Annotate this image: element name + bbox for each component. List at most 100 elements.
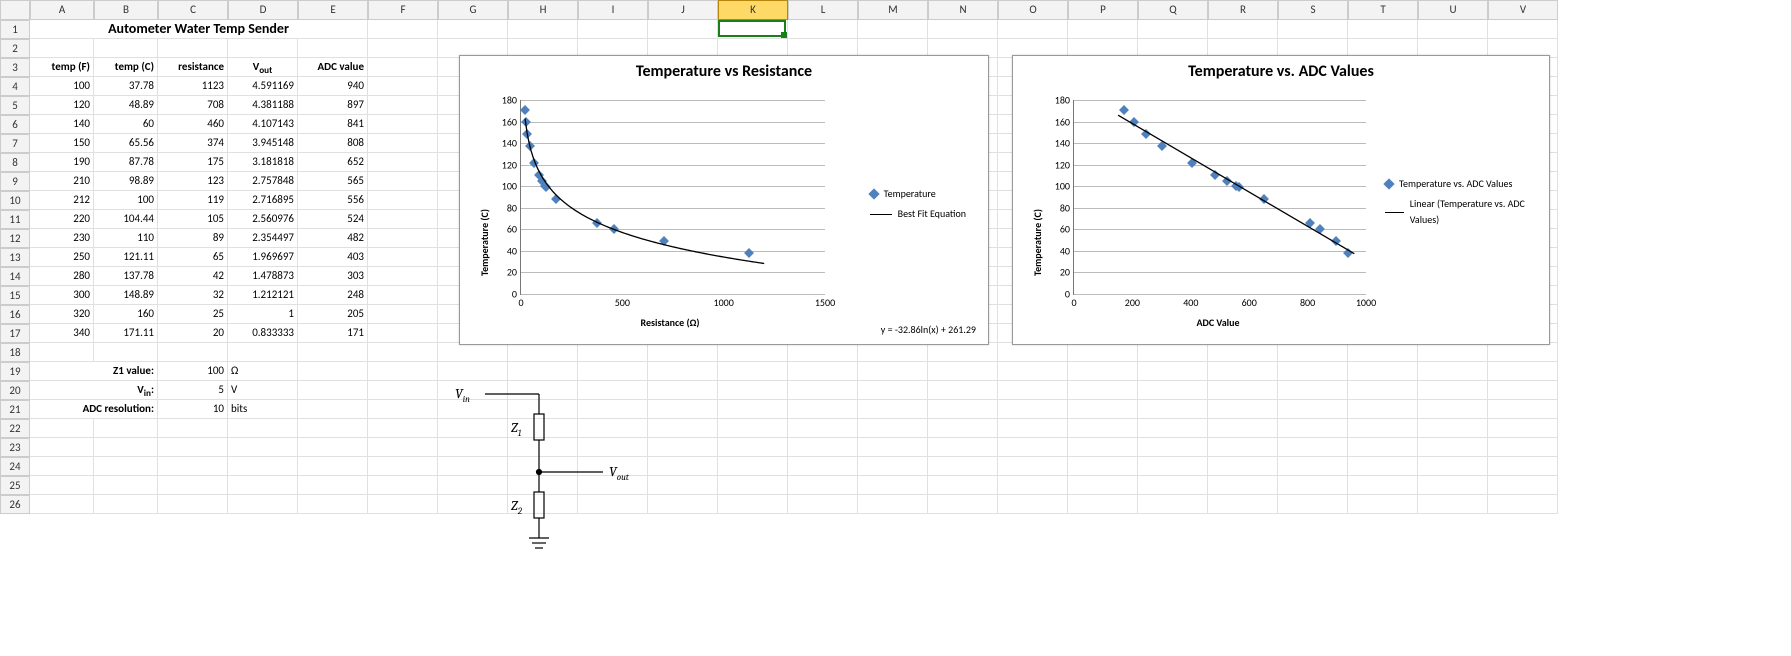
cell-F2[interactable]: [368, 39, 438, 58]
cell-B17[interactable]: 171.11: [94, 324, 158, 343]
cell-A10[interactable]: 212: [30, 191, 94, 210]
col-header-I[interactable]: I: [578, 0, 648, 20]
row-header-19[interactable]: 19: [0, 362, 30, 381]
cell-R22[interactable]: [1208, 419, 1278, 438]
cell-F24[interactable]: [368, 457, 438, 476]
row-header-18[interactable]: 18: [0, 343, 30, 362]
cell-B6[interactable]: 60: [94, 115, 158, 134]
cell-O25[interactable]: [998, 476, 1068, 495]
cell-C18[interactable]: [158, 343, 228, 362]
cell-G19[interactable]: [438, 362, 508, 381]
cell-I19[interactable]: [578, 362, 648, 381]
cell-M23[interactable]: [858, 438, 928, 457]
cell-T26[interactable]: [1348, 495, 1418, 514]
cell-D17[interactable]: 0.833333: [228, 324, 298, 343]
cell-A18[interactable]: [30, 343, 94, 362]
cell-S23[interactable]: [1278, 438, 1348, 457]
cell-T20[interactable]: [1348, 381, 1418, 400]
cell-D12[interactable]: 2.354497: [228, 229, 298, 248]
cell-S26[interactable]: [1278, 495, 1348, 514]
row-header-10[interactable]: 10: [0, 191, 30, 210]
cell-U20[interactable]: [1418, 381, 1488, 400]
cell-S24[interactable]: [1278, 457, 1348, 476]
cell-U23[interactable]: [1418, 438, 1488, 457]
cell-C23[interactable]: [158, 438, 228, 457]
cell-L18[interactable]: [788, 343, 858, 362]
cell-I1[interactable]: [578, 20, 648, 39]
cell-T25[interactable]: [1348, 476, 1418, 495]
cell-B10[interactable]: 100: [94, 191, 158, 210]
cell-O22[interactable]: [998, 419, 1068, 438]
cell-A11[interactable]: 220: [30, 210, 94, 229]
row-header-15[interactable]: 15: [0, 286, 30, 305]
cell-C20[interactable]: 5: [158, 381, 228, 400]
cell-I18[interactable]: [578, 343, 648, 362]
cell-E3[interactable]: ADC value: [298, 58, 368, 77]
cell-K1[interactable]: [718, 20, 788, 39]
cell-F25[interactable]: [368, 476, 438, 495]
cell-A9[interactable]: 210: [30, 172, 94, 191]
cell-B8[interactable]: 87.78: [94, 153, 158, 172]
cell-R23[interactable]: [1208, 438, 1278, 457]
cell-E13[interactable]: 403: [298, 248, 368, 267]
cell-P1[interactable]: [1068, 20, 1138, 39]
cell-V20[interactable]: [1488, 381, 1558, 400]
col-header-R[interactable]: R: [1208, 0, 1278, 20]
cell-U25[interactable]: [1418, 476, 1488, 495]
cell-T24[interactable]: [1348, 457, 1418, 476]
cell-K18[interactable]: [718, 343, 788, 362]
cell-A22[interactable]: [30, 419, 94, 438]
cell-C2[interactable]: [158, 39, 228, 58]
cell-F19[interactable]: [368, 362, 438, 381]
cell-U26[interactable]: [1418, 495, 1488, 514]
cell-R20[interactable]: [1208, 381, 1278, 400]
cell-E10[interactable]: 556: [298, 191, 368, 210]
cell-R24[interactable]: [1208, 457, 1278, 476]
cell-B22[interactable]: [94, 419, 158, 438]
cell-M26[interactable]: [858, 495, 928, 514]
cell-E23[interactable]: [298, 438, 368, 457]
col-header-F[interactable]: F: [368, 0, 438, 20]
cell-G18[interactable]: [438, 343, 508, 362]
cell-E17[interactable]: 171: [298, 324, 368, 343]
col-header-K[interactable]: K: [718, 0, 788, 20]
col-header-U[interactable]: U: [1418, 0, 1488, 20]
cell-G1[interactable]: [438, 20, 508, 39]
cell-C5[interactable]: 708: [158, 96, 228, 115]
cell-F7[interactable]: [368, 134, 438, 153]
cell-N26[interactable]: [928, 495, 998, 514]
cell-S25[interactable]: [1278, 476, 1348, 495]
cell-C6[interactable]: 460: [158, 115, 228, 134]
cell-V23[interactable]: [1488, 438, 1558, 457]
cell-B2[interactable]: [94, 39, 158, 58]
cell-J1[interactable]: [648, 20, 718, 39]
cell-B13[interactable]: 121.11: [94, 248, 158, 267]
cell-C24[interactable]: [158, 457, 228, 476]
cell-N23[interactable]: [928, 438, 998, 457]
cell-A13[interactable]: 250: [30, 248, 94, 267]
cell-C7[interactable]: 374: [158, 134, 228, 153]
cell-R18[interactable]: [1208, 343, 1278, 362]
cell-F6[interactable]: [368, 115, 438, 134]
cell-E8[interactable]: 652: [298, 153, 368, 172]
cell-P22[interactable]: [1068, 419, 1138, 438]
cell-V26[interactable]: [1488, 495, 1558, 514]
cell-P24[interactable]: [1068, 457, 1138, 476]
cell-S19[interactable]: [1278, 362, 1348, 381]
cell-U18[interactable]: [1418, 343, 1488, 362]
cell-B9[interactable]: 98.89: [94, 172, 158, 191]
cell-B26[interactable]: [94, 495, 158, 514]
cell-D2[interactable]: [228, 39, 298, 58]
cell-H19[interactable]: [508, 362, 578, 381]
cell-R19[interactable]: [1208, 362, 1278, 381]
cell-F11[interactable]: [368, 210, 438, 229]
col-header-N[interactable]: N: [928, 0, 998, 20]
cell-P20[interactable]: [1068, 381, 1138, 400]
chart-temp-vs-adc[interactable]: Temperature vs. ADC Values Temperature (…: [1012, 55, 1550, 345]
cell-F12[interactable]: [368, 229, 438, 248]
cell-H1[interactable]: [508, 20, 578, 39]
col-header-S[interactable]: S: [1278, 0, 1348, 20]
cell-L19[interactable]: [788, 362, 858, 381]
cell-N22[interactable]: [928, 419, 998, 438]
cell-M21[interactable]: [858, 400, 928, 419]
